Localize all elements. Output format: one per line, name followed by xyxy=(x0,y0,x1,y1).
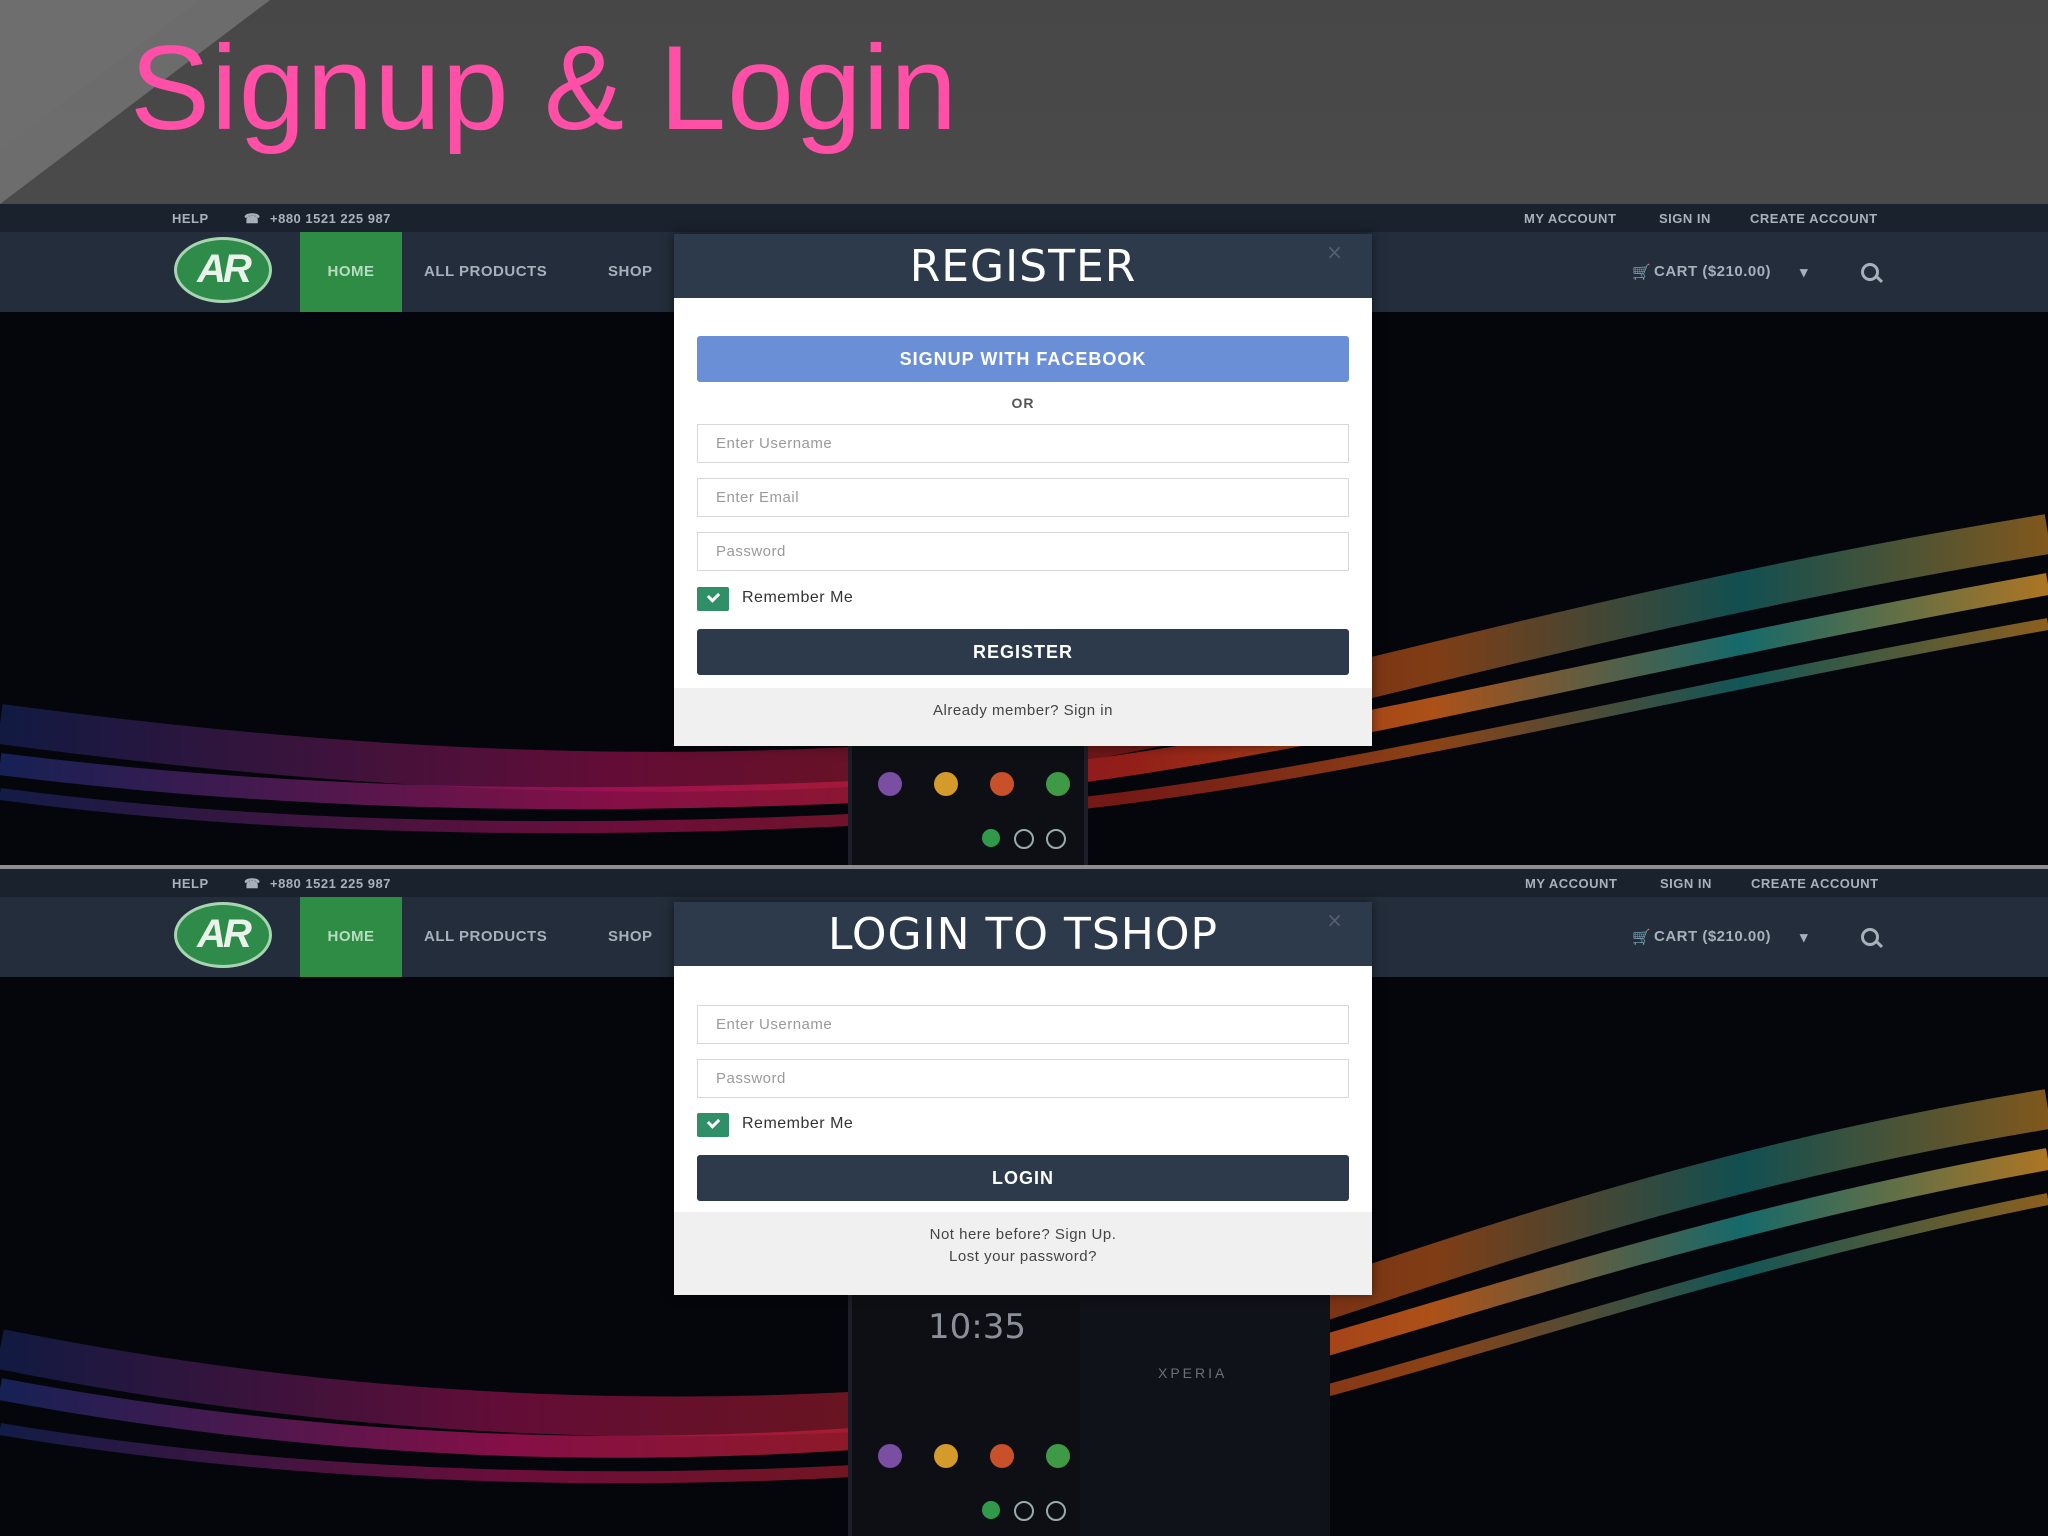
login-submit-button[interactable]: LOGIN xyxy=(697,1155,1349,1201)
chevron-down-icon: ▾ xyxy=(1800,929,1809,946)
login-modal-header: LOGIN TO TSHOP × xyxy=(674,902,1372,966)
help-link[interactable]: HELP xyxy=(172,211,209,226)
nav-home[interactable]: HOME xyxy=(300,232,402,312)
nav-shop[interactable]: SHOP xyxy=(608,263,653,280)
login-modal-footer: Not here before? Sign Up. Lost your pass… xyxy=(674,1212,1372,1295)
slide-title: Signup & Login xyxy=(130,21,958,155)
nav-cart[interactable]: CART ($210.00) xyxy=(1654,928,1771,945)
app-icon xyxy=(1046,1501,1066,1521)
remember-me-label: Remember Me xyxy=(742,1115,854,1132)
sign-in-link[interactable]: SIGN IN xyxy=(1659,211,1711,226)
phone-number: +880 1521 225 987 xyxy=(270,211,391,226)
sign-in-link[interactable]: SIGN IN xyxy=(1660,876,1712,891)
nav-all-products[interactable]: ALL PRODUCTS xyxy=(424,928,547,945)
phone-clock: 10:35 xyxy=(928,1307,1026,1347)
remember-me-row: Remember Me xyxy=(697,586,1349,612)
nav-home[interactable]: HOME xyxy=(300,897,402,977)
phone-back: XPERIA xyxy=(1080,1289,1330,1536)
slide-header: Signup & Login xyxy=(0,0,2048,204)
register-modal-footer: Already member? Sign in xyxy=(674,688,1372,746)
lost-password-link[interactable]: Lost your password? xyxy=(674,1246,1372,1268)
nav-shop[interactable]: SHOP xyxy=(608,928,653,945)
cart-icon: 🛒 xyxy=(1632,264,1652,281)
remember-me-checkbox[interactable] xyxy=(697,587,729,611)
register-modal: REGISTER × SIGNUP WITH FACEBOOK OR Remem… xyxy=(674,234,1372,746)
register-submit-button[interactable]: REGISTER xyxy=(697,629,1349,675)
close-icon[interactable]: × xyxy=(1326,234,1344,270)
chevron-down-icon: ▾ xyxy=(1800,264,1809,281)
nav-all-products[interactable]: ALL PRODUCTS xyxy=(424,263,547,280)
create-account-link[interactable]: CREATE ACCOUNT xyxy=(1750,211,1878,226)
site-topbar: HELP ☎ +880 1521 225 987 MY ACCOUNT SIGN… xyxy=(0,869,2048,897)
register-screenshot: HELP ☎ +880 1521 225 987 MY ACCOUNT SIGN… xyxy=(0,204,2048,869)
app-icon xyxy=(1014,1501,1034,1521)
close-icon[interactable]: × xyxy=(1326,902,1344,938)
or-divider: OR xyxy=(1011,395,1035,411)
app-icon xyxy=(878,1444,902,1468)
login-username-field[interactable] xyxy=(697,1005,1349,1044)
login-password-field[interactable] xyxy=(697,1059,1349,1098)
register-modal-body: SIGNUP WITH FACEBOOK OR Remember Me REGI… xyxy=(674,298,1372,688)
phone-icon: ☎ xyxy=(244,211,261,226)
help-link[interactable]: HELP xyxy=(172,876,209,891)
app-icon xyxy=(990,1444,1014,1468)
my-account-link[interactable]: MY ACCOUNT xyxy=(1524,211,1616,226)
signup-facebook-button[interactable]: SIGNUP WITH FACEBOOK xyxy=(697,336,1349,382)
nav-cart[interactable]: CART ($210.00) xyxy=(1654,263,1771,280)
phone-image: 10:35 xyxy=(848,1289,1088,1536)
app-icon xyxy=(934,772,958,796)
search-icon[interactable] xyxy=(1861,928,1879,946)
site-topbar: HELP ☎ +880 1521 225 987 MY ACCOUNT SIGN… xyxy=(0,204,2048,232)
register-modal-title: REGISTER xyxy=(909,241,1137,292)
phone-icon: ☎ xyxy=(244,876,261,891)
app-icon xyxy=(1014,829,1034,849)
remember-me-label: Remember Me xyxy=(742,589,854,606)
register-username-field[interactable] xyxy=(697,424,1349,463)
my-account-link[interactable]: MY ACCOUNT xyxy=(1525,876,1617,891)
login-modal-title: LOGIN TO TSHOP xyxy=(827,909,1219,960)
login-screenshot: 10:35 XPERIA HELP ☎ +880 1521 225 987 MY… xyxy=(0,869,2048,1536)
register-password-field[interactable] xyxy=(697,532,1349,571)
remember-me-checkbox[interactable] xyxy=(697,1113,729,1137)
phone-image xyxy=(848,744,1088,865)
register-modal-header: REGISTER × xyxy=(674,234,1372,298)
app-icon xyxy=(878,772,902,796)
remember-me-row: Remember Me xyxy=(697,1112,1349,1138)
app-icon xyxy=(990,772,1014,796)
sign-in-footer-link[interactable]: Already member? Sign in xyxy=(674,688,1372,734)
login-modal-body: Remember Me LOGIN xyxy=(674,966,1372,1212)
app-icon xyxy=(1046,829,1066,849)
create-account-link[interactable]: CREATE ACCOUNT xyxy=(1751,876,1879,891)
cart-icon: 🛒 xyxy=(1632,929,1652,946)
app-icon xyxy=(1046,772,1070,796)
sign-up-link[interactable]: Not here before? Sign Up. xyxy=(674,1224,1372,1246)
site-logo[interactable]: AR xyxy=(174,902,272,968)
app-icon xyxy=(1046,1444,1070,1468)
phone-brand: XPERIA xyxy=(1158,1365,1228,1381)
phone-number: +880 1521 225 987 xyxy=(270,876,391,891)
search-icon[interactable] xyxy=(1861,263,1879,281)
login-modal: LOGIN TO TSHOP × Remember Me LOGIN Not h… xyxy=(674,902,1372,1295)
site-logo[interactable]: AR xyxy=(174,237,272,303)
register-email-field[interactable] xyxy=(697,478,1349,517)
app-icon xyxy=(934,1444,958,1468)
app-icon xyxy=(982,829,1000,847)
app-icon xyxy=(982,1501,1000,1519)
